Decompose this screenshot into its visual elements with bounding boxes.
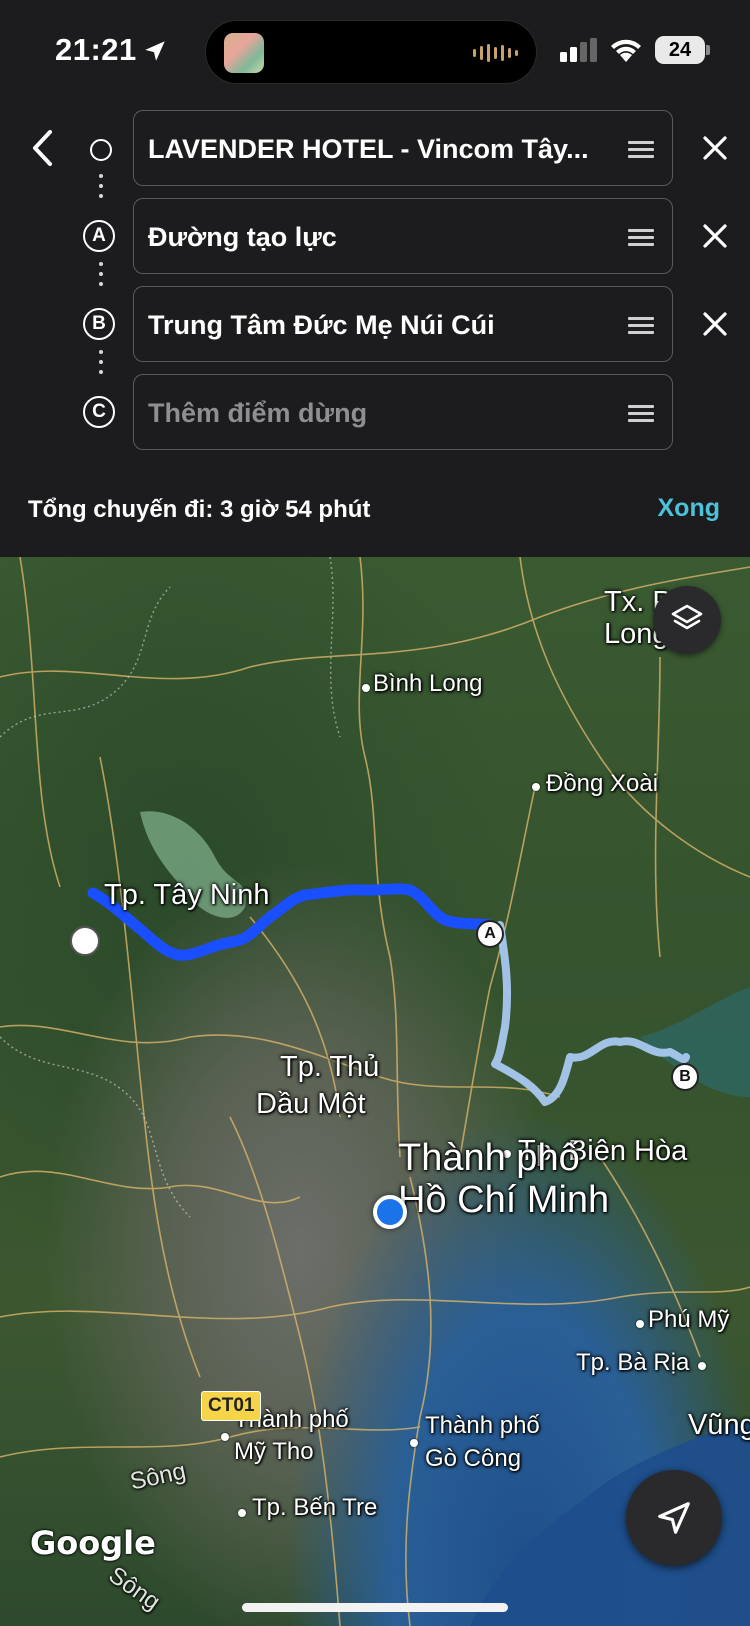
route-stop-b: B Trung Tâm Đức Mẹ Núi Cúi — [0, 286, 750, 362]
map-dot — [221, 1433, 229, 1441]
map-label-dong-xoai: Đồng Xoài — [546, 770, 659, 797]
dynamic-island[interactable] — [205, 20, 537, 84]
map-dot — [362, 684, 370, 692]
now-playing-artwork — [224, 33, 264, 73]
route-origin-pin[interactable] — [70, 926, 100, 956]
close-icon — [703, 312, 727, 336]
map-label-phu-my: Phú Mỹ — [648, 1306, 730, 1333]
stop-b-value: Trung Tâm Đức Mẹ Núi Cúi — [148, 310, 495, 340]
stop-a-value: Đường tạo lực — [148, 222, 337, 252]
remove-stop-button[interactable] — [693, 126, 737, 170]
drag-handle-icon[interactable] — [628, 229, 654, 246]
route-stop-a: A Đường tạo lực — [0, 198, 750, 274]
home-indicator[interactable] — [242, 1603, 508, 1612]
status-bar: 21:21 24 — [0, 0, 750, 100]
map-label-vung-tau: Vũng — [688, 1409, 750, 1441]
map-label-go-cong-1: Thành phố — [425, 1412, 540, 1439]
map-view[interactable]: Tx. P Long Bình Long Đồng Xoài Tp. Tây N… — [0, 557, 750, 1626]
add-stop-field[interactable]: Thêm điểm dừng — [133, 374, 673, 450]
battery-level: 24 — [655, 36, 705, 64]
map-dot — [410, 1439, 418, 1447]
close-icon — [703, 136, 727, 160]
map-label-thu-dau-mot-2: Dầu Một — [256, 1088, 366, 1120]
navigation-arrow-icon — [658, 1502, 690, 1534]
map-label-ben-tre: Tp. Bến Tre — [252, 1494, 378, 1521]
layers-icon — [671, 604, 703, 630]
map-label-thu-dau-mot-1: Tp. Thủ — [280, 1051, 380, 1083]
remove-stop-button[interactable] — [693, 302, 737, 346]
close-icon — [703, 224, 727, 248]
stop-b-marker: B — [83, 308, 115, 340]
origin-field[interactable]: LAVENDER HOTEL - Vincom Tây... — [133, 110, 673, 186]
drag-handle-icon[interactable] — [628, 317, 654, 334]
origin-marker-icon — [90, 139, 112, 161]
stop-b-field[interactable]: Trung Tâm Đức Mẹ Núi Cúi — [133, 286, 673, 362]
add-stop-placeholder: Thêm điểm dừng — [148, 398, 368, 428]
map-label-hcm-1: Thành phố — [398, 1137, 580, 1179]
route-editor: LAVENDER HOTEL - Vincom Tây... A Đường t… — [0, 100, 750, 557]
drag-handle-icon[interactable] — [628, 405, 654, 422]
map-layers-button[interactable] — [653, 586, 721, 654]
origin-value: LAVENDER HOTEL - Vincom Tây... — [148, 134, 589, 164]
wifi-icon — [611, 39, 641, 62]
route-pin-b[interactable]: B — [671, 1063, 699, 1091]
map-dot — [698, 1362, 706, 1370]
google-attribution: Google — [30, 1524, 156, 1562]
map-label-go-cong-2: Gò Công — [425, 1445, 522, 1472]
map-label-hcm-2: Hồ Chí Minh — [398, 1179, 610, 1221]
map-label-ba-ria: Tp. Bà Rịa — [576, 1349, 690, 1376]
drag-handle-icon[interactable] — [628, 141, 654, 158]
trip-total-duration: Tổng chuyến đi: 3 giờ 54 phút — [28, 496, 371, 523]
map-label-tay-ninh: Tp. Tây Ninh — [104, 879, 270, 911]
map-label-my-tho-2: Mỹ Tho — [234, 1438, 314, 1465]
remove-stop-button[interactable] — [693, 214, 737, 258]
cellular-signal-icon — [560, 38, 597, 62]
status-time: 21:21 — [55, 32, 137, 67]
location-arrow-icon — [145, 41, 165, 61]
battery-indicator: 24 — [655, 36, 710, 64]
audio-waveform-icon — [473, 43, 518, 63]
route-stop-add: C Thêm điểm dừng — [0, 374, 750, 450]
route-pin-a[interactable]: A — [476, 920, 504, 948]
road-shield-ct01: CT01 — [201, 1391, 262, 1421]
current-location-dot — [373, 1195, 407, 1229]
stop-a-marker: A — [83, 220, 115, 252]
map-dot — [636, 1320, 644, 1328]
map-roads — [0, 557, 750, 1626]
map-dot — [532, 783, 540, 791]
map-label-binh-long: Bình Long — [373, 670, 483, 697]
route-stop-origin: LAVENDER HOTEL - Vincom Tây... — [0, 110, 750, 186]
stop-a-field[interactable]: Đường tạo lực — [133, 198, 673, 274]
recenter-navigation-button[interactable] — [626, 1470, 722, 1566]
map-dot — [238, 1509, 246, 1517]
done-button[interactable]: Xong — [658, 494, 721, 523]
stop-c-marker: C — [83, 396, 115, 428]
